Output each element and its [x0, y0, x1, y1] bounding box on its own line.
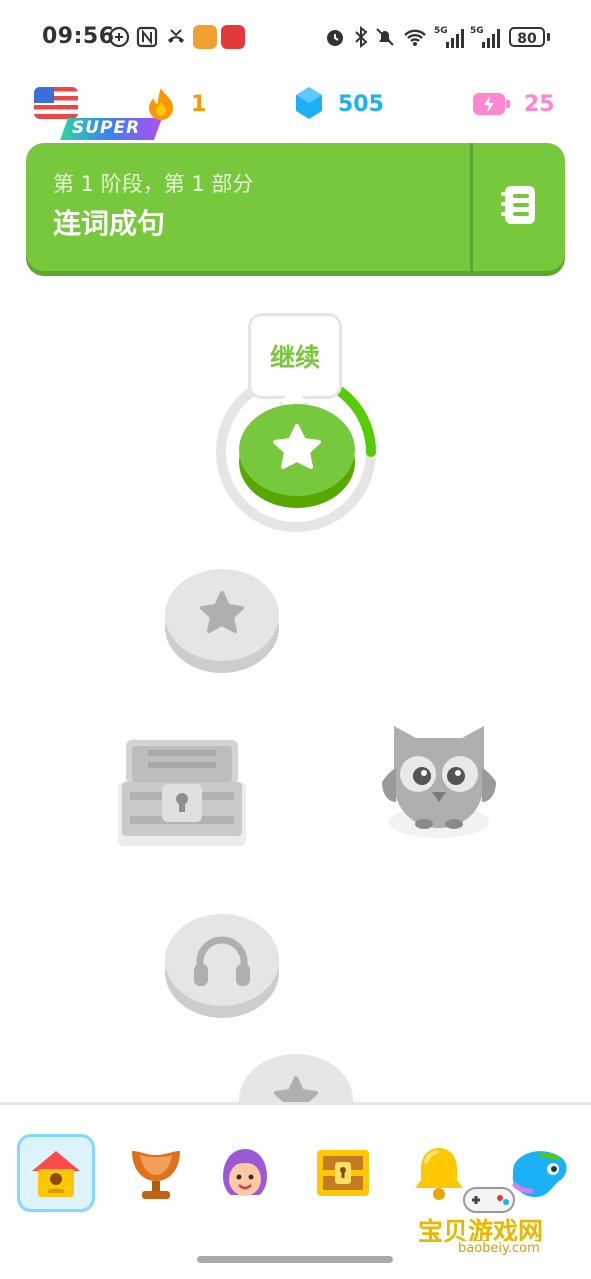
status-bar: 09:56 5G 5G 80 [0, 0, 591, 76]
energy-count[interactable]: 25 [524, 92, 555, 117]
owl-character-icon [382, 726, 496, 838]
alarm-icon [327, 30, 343, 46]
language-flag-button[interactable] [34, 87, 78, 119]
app-notification-icon [193, 25, 217, 49]
guidebook-icon [501, 186, 535, 224]
mute-icon [376, 28, 394, 46]
super-label: SUPER [72, 118, 141, 138]
streak-flame-icon[interactable] [146, 86, 176, 120]
guidebook-button[interactable] [473, 143, 565, 267]
tab-home[interactable] [17, 1134, 95, 1212]
battery-tip [547, 33, 550, 41]
missed-call-icon [168, 29, 184, 43]
treasure-chest-node[interactable] [118, 738, 246, 846]
battery-indicator: 80 [509, 27, 545, 47]
listening-node-locked[interactable] [164, 912, 280, 1020]
continue-tooltip[interactable]: 继续 [248, 313, 342, 399]
nfc-icon [136, 26, 158, 48]
data-saver-icon [108, 26, 130, 48]
avatar-icon [223, 1149, 267, 1196]
watermark-url: baobeiy.com [454, 1241, 544, 1256]
lesson-node-locked[interactable] [164, 567, 280, 675]
signal-strength-icon: 5G [434, 26, 464, 48]
lesson-node-locked-next[interactable] [238, 1052, 354, 1104]
unit-header[interactable]: 第 1 阶段，第 1 部分 连词成句 [26, 143, 565, 271]
us-flag-icon [34, 87, 78, 119]
streak-count[interactable]: 1 [191, 92, 206, 117]
tab-chest[interactable] [304, 1134, 382, 1212]
trophy-icon [132, 1151, 180, 1199]
wifi-icon [404, 29, 426, 46]
status-time: 09:56 [42, 24, 115, 49]
owl-character-node [380, 712, 498, 840]
treasure-chest-icon [317, 1150, 369, 1196]
energy-icon[interactable] [472, 90, 512, 118]
gem-count[interactable]: 505 [338, 92, 384, 117]
tab-profile[interactable] [206, 1134, 284, 1212]
bluetooth-icon [355, 26, 368, 48]
home-icon [32, 1151, 80, 1197]
home-indicator[interactable] [197, 1256, 393, 1263]
treasure-chest-icon [118, 740, 246, 846]
lesson-node-active[interactable] [238, 404, 356, 510]
tab-leaderboard[interactable] [117, 1134, 195, 1212]
app-notification-icon-2 [221, 25, 245, 49]
svg-text:5G: 5G [434, 26, 448, 36]
unit-title: 连词成句 [53, 207, 166, 240]
signal-strength-icon-2: 5G [470, 26, 500, 48]
unit-subtitle: 第 1 阶段，第 1 部分 [53, 172, 254, 196]
svg-text:5G: 5G [470, 26, 484, 36]
gem-icon[interactable] [294, 86, 324, 120]
